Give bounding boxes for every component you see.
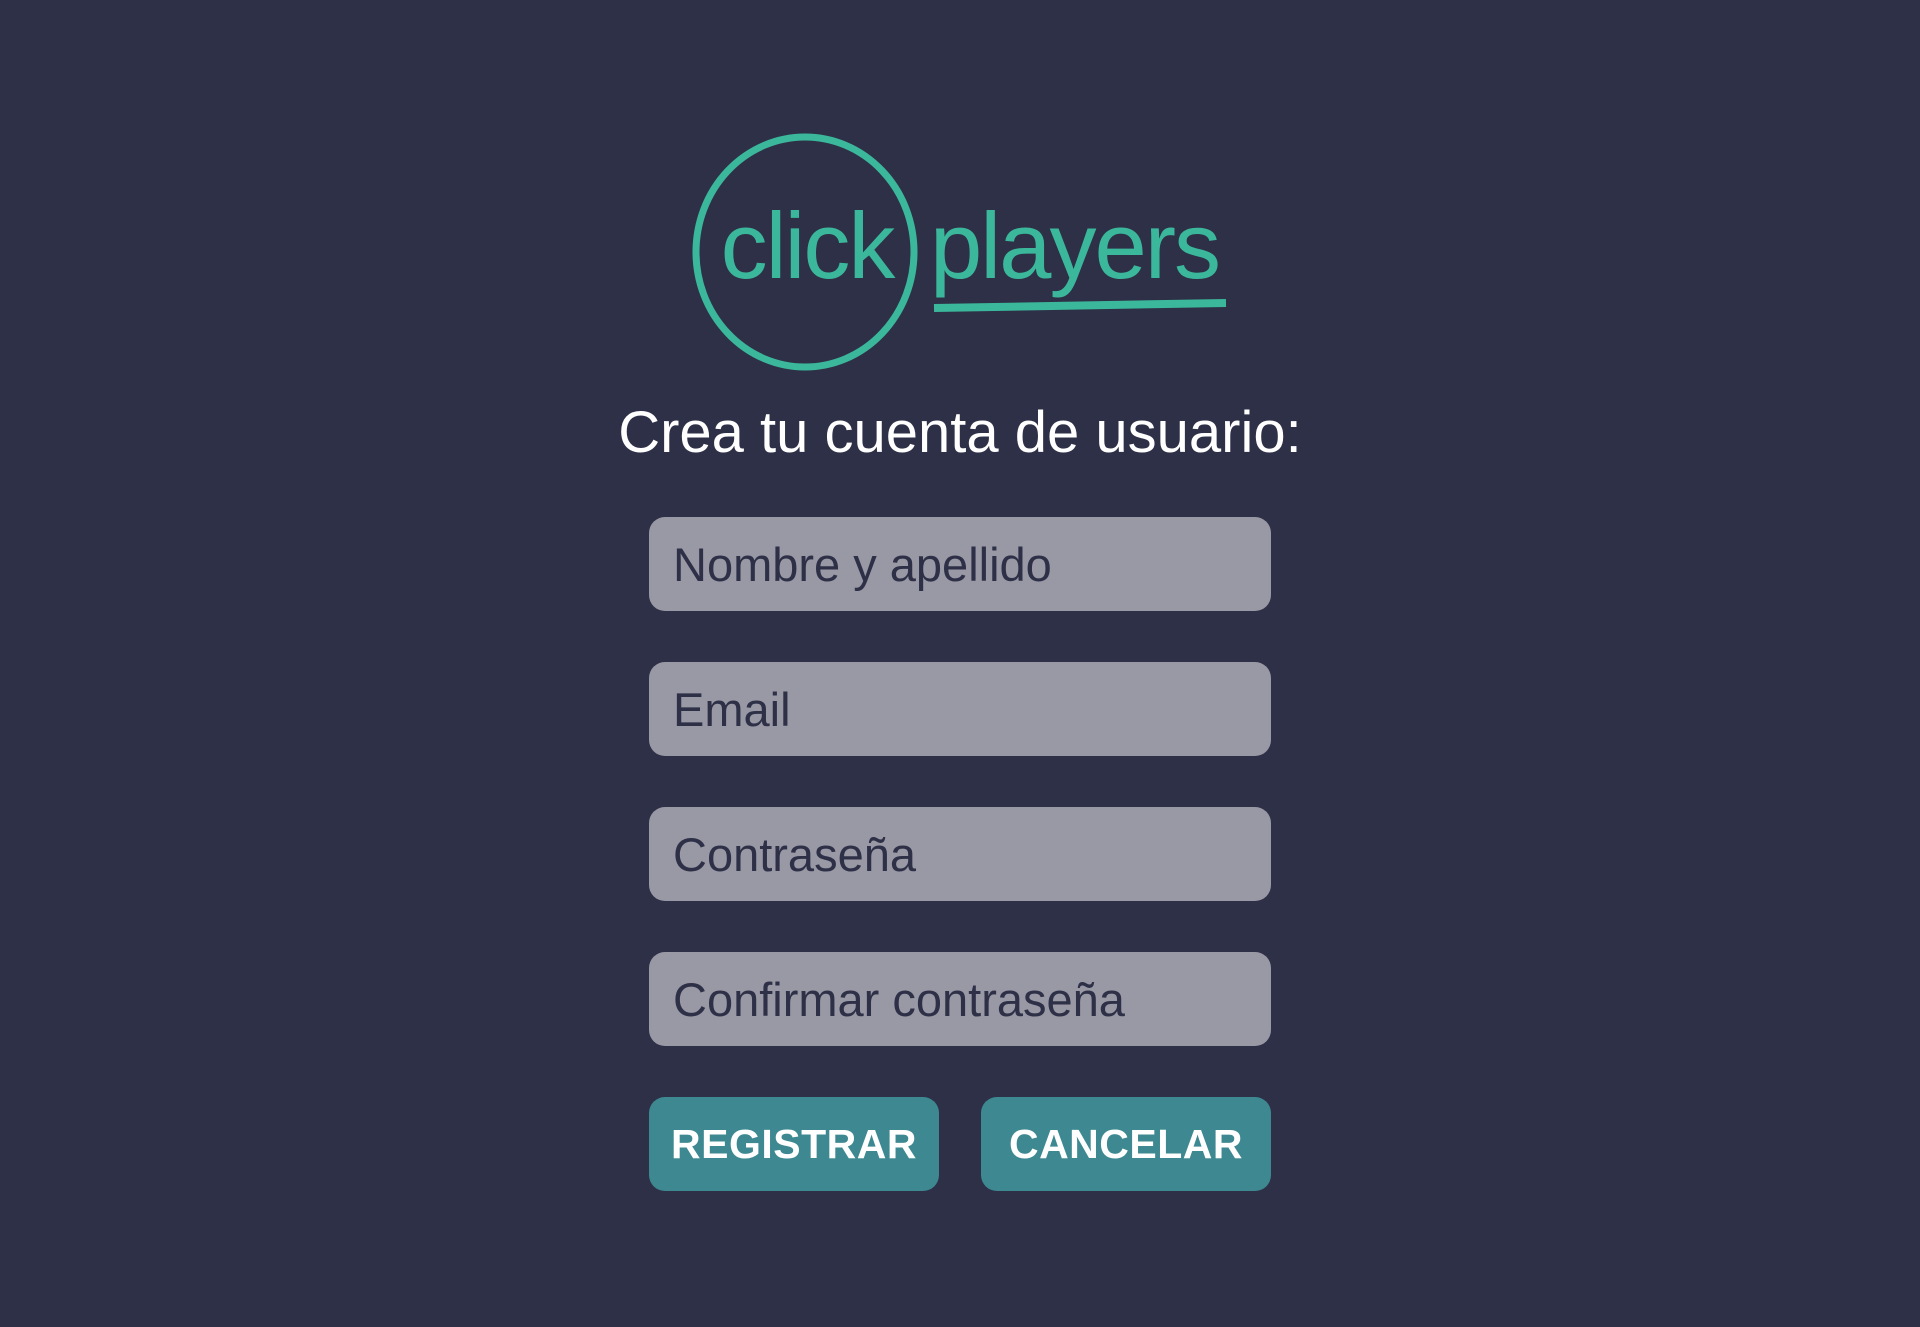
email-field[interactable]: [649, 662, 1271, 756]
confirm-password-field[interactable]: [649, 952, 1271, 1046]
clickplayers-logo: click players: [680, 128, 1240, 378]
logo-underline: [933, 299, 1227, 312]
password-field[interactable]: [649, 807, 1271, 901]
page-title: Crea tu cuenta de usuario:: [618, 400, 1302, 465]
logo-graphic: click players: [692, 133, 1227, 371]
register-button[interactable]: REGISTRAR: [649, 1097, 939, 1191]
registration-page: click players Crea tu cuenta de usuario:…: [0, 0, 1920, 1327]
logo-text-click: click: [721, 193, 897, 298]
name-field[interactable]: [649, 517, 1271, 611]
cancel-button[interactable]: CANCELAR: [981, 1097, 1271, 1191]
logo-text-players: players: [930, 193, 1219, 298]
